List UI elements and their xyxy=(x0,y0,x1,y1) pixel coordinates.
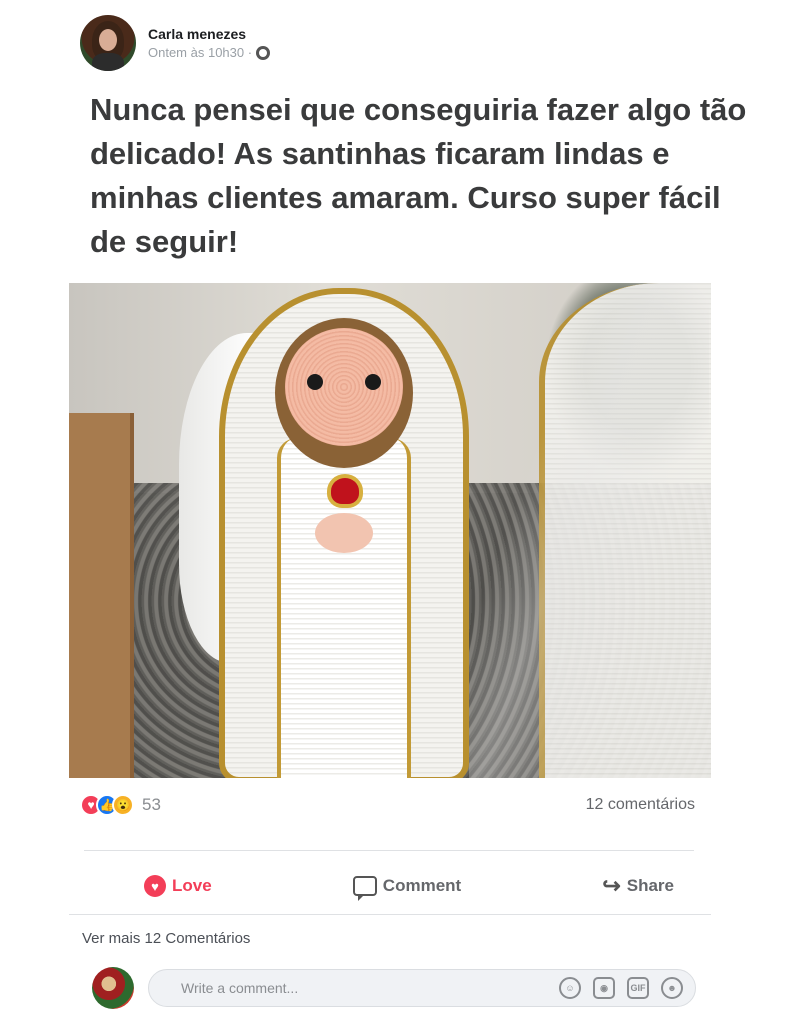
comments-count[interactable]: 12 comentários xyxy=(586,796,695,814)
see-more-comments-link[interactable]: Ver mais 12 Comentários xyxy=(82,930,250,947)
composer-tools: ☺ ◉ GIF ☻ xyxy=(559,977,683,999)
author-name[interactable]: Carla menezes xyxy=(148,26,270,42)
globe-icon xyxy=(256,45,271,60)
comment-label: Comment xyxy=(382,876,462,895)
love-label: Love xyxy=(172,876,212,895)
crochet-doll xyxy=(219,288,469,778)
post-photo[interactable] xyxy=(69,283,711,778)
love-button[interactable]: ♥ Love xyxy=(124,875,232,897)
post-timestamp[interactable]: Ontem às 10h30 · xyxy=(148,45,271,60)
action-bar: ♥ Love Comment ↪ Share xyxy=(84,866,694,906)
post-text: Nunca pensei que conseguiria fazer algo … xyxy=(90,92,747,259)
gif-icon[interactable]: GIF xyxy=(627,977,649,999)
comment-input-box[interactable]: ☺ ◉ GIF ☻ xyxy=(148,969,696,1007)
sacred-heart xyxy=(331,478,359,504)
comment-composer: ☺ ◉ GIF ☻ xyxy=(92,966,702,1010)
comment-input[interactable] xyxy=(181,980,559,996)
plastic-bag xyxy=(469,283,711,778)
reactions-summary[interactable]: ♥ 👍 😮 53 xyxy=(80,793,161,817)
reaction-count[interactable]: 53 xyxy=(142,795,161,815)
post-meta: Carla menezes Ontem às 10h30 · xyxy=(148,26,271,60)
divider xyxy=(84,850,694,851)
cardboard-box xyxy=(69,413,134,778)
author-avatar[interactable] xyxy=(80,15,136,71)
share-button[interactable]: ↪ Share xyxy=(582,873,694,899)
timestamp-text[interactable]: Ontem às 10h30 · xyxy=(148,45,252,60)
comment-icon xyxy=(352,876,377,901)
share-label: Share xyxy=(626,876,674,895)
post-header: Carla menezes Ontem às 10h30 · xyxy=(80,15,271,71)
share-icon: ↪ xyxy=(602,873,621,898)
camera-icon[interactable]: ◉ xyxy=(593,977,615,999)
heart-icon: ♥ xyxy=(144,875,166,897)
divider xyxy=(69,914,711,915)
sticker-icon[interactable]: ☻ xyxy=(661,977,683,999)
user-avatar[interactable] xyxy=(92,967,134,1009)
emoji-icon[interactable]: ☺ xyxy=(559,977,581,999)
comment-button[interactable]: Comment xyxy=(333,876,481,901)
wow-icon: 😮 xyxy=(112,794,134,816)
